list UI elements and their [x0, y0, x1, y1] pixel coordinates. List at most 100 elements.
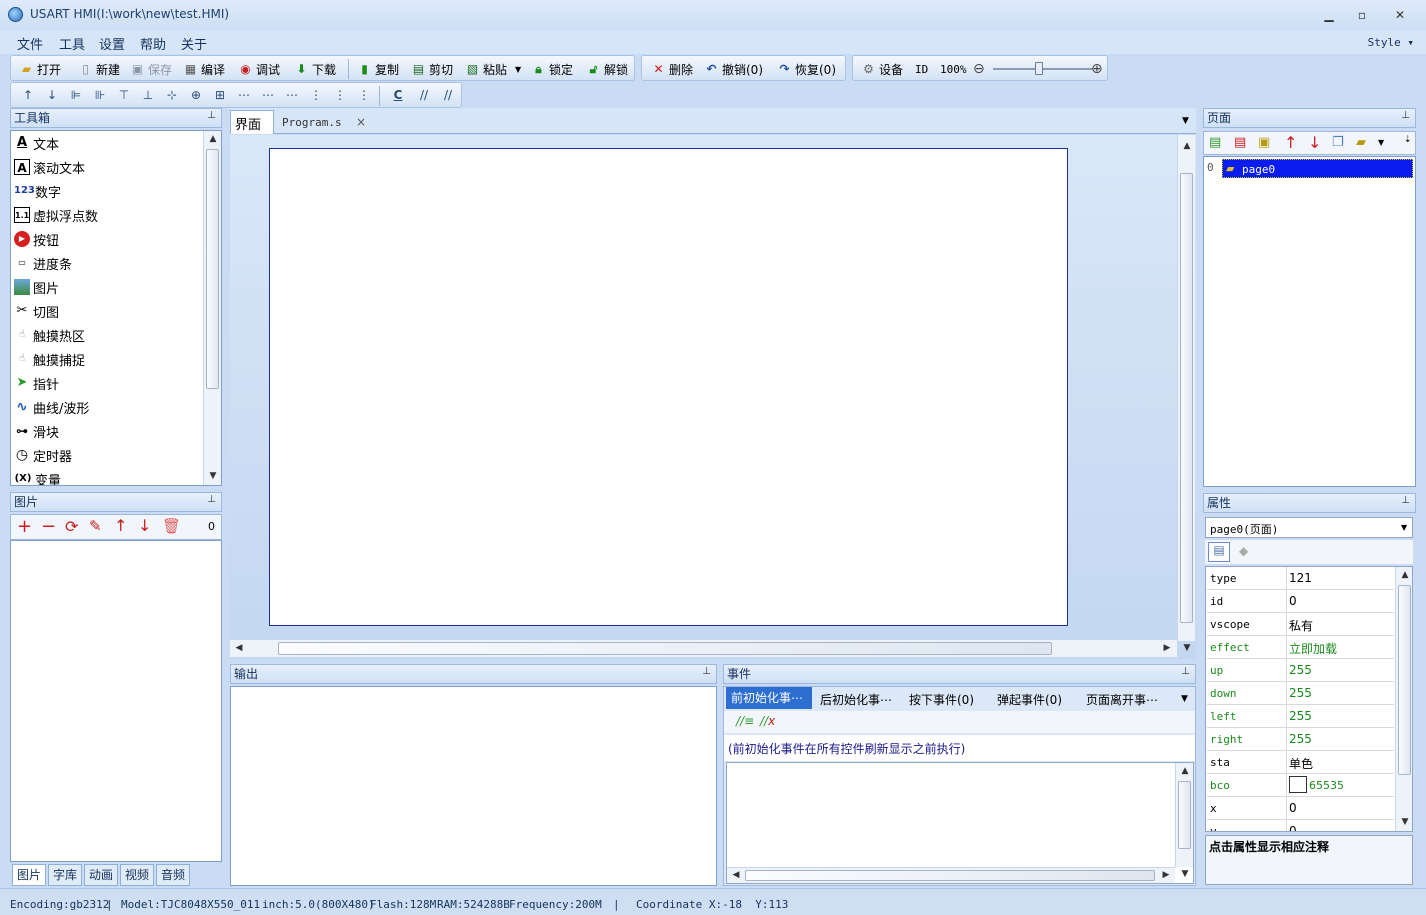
delete-button[interactable]: ✕ 删除 [651, 60, 693, 78]
undo-button[interactable]: ↶ 撤销(0) [704, 60, 763, 78]
move-down-icon[interactable]: ↓ [43, 86, 61, 104]
close-button[interactable]: ✕ [1385, 4, 1415, 26]
toolbox-scrollbar[interactable]: ▲ ▼ [203, 131, 221, 485]
chevron-down-icon[interactable]: ▼ [1401, 523, 1407, 532]
zoom-in-icon[interactable]: ⊕ [1091, 60, 1103, 78]
pages-dropdown-icon[interactable]: ▼ [1378, 138, 1384, 147]
center-horizontal-icon[interactable]: ⊹ [163, 86, 181, 104]
replace-icon[interactable]: ⟳ [65, 517, 78, 536]
maximize-button[interactable]: ▫ [1347, 4, 1377, 26]
scroll-right-icon[interactable]: ▶ [1159, 870, 1173, 880]
uncomment-icon[interactable]: //x [760, 714, 775, 728]
property-pages-icon[interactable]: ▤ [1208, 542, 1230, 562]
tool-touch-capture[interactable]: ☝ 触摸捕捉 [14, 347, 85, 371]
tab-program[interactable]: Program.s [282, 116, 342, 129]
c-format-icon[interactable]: C [389, 86, 407, 104]
property-value[interactable]: 0 [1289, 801, 1297, 815]
align-bottom-icon[interactable]: ⊥ [139, 86, 157, 104]
property-row-up[interactable]: up 255 [1207, 659, 1394, 682]
tab-audio[interactable]: 音频 [156, 864, 190, 886]
scroll-up-icon[interactable]: ▲ [206, 134, 220, 144]
property-value[interactable]: 单色 [1289, 755, 1313, 772]
tool-pointer[interactable]: ➤ 指针 [14, 371, 59, 395]
scroll-thumb[interactable] [1180, 173, 1193, 623]
pin-icon[interactable]: ⊥ [1181, 666, 1190, 677]
tool-waveform[interactable]: ∿ 曲线/波形 [14, 395, 89, 419]
copy-button[interactable]: ▮ 复制 [357, 60, 399, 78]
property-value[interactable]: 0 [1289, 824, 1297, 831]
device-button[interactable]: ⚙ 设备 [861, 60, 903, 78]
edit-icon[interactable]: ✎ [89, 517, 102, 535]
menu-settings[interactable]: 设置 [99, 34, 125, 53]
cut-button[interactable]: ▤ 剪切 [411, 60, 453, 78]
property-row-bco[interactable]: bco 65535 [1207, 774, 1394, 797]
output-log[interactable] [230, 686, 717, 886]
property-row-right[interactable]: right 255 [1207, 728, 1394, 751]
pin-icon[interactable]: ⊥ [1401, 110, 1410, 121]
tool-float[interactable]: 1.1 虚拟浮点数 [14, 203, 98, 227]
scroll-right-icon[interactable]: ▶ [1160, 643, 1174, 653]
center-vertical-icon[interactable]: ⊕ [187, 86, 205, 104]
pin-icon[interactable]: ⊥ [702, 666, 711, 677]
same-size-icon[interactable]: ⊞ [211, 86, 229, 104]
pin-icon[interactable]: ⊥ [207, 110, 216, 121]
open-button[interactable]: ▰ 打开 [19, 60, 61, 78]
page-down-icon[interactable]: ↓ [1308, 133, 1321, 152]
page-item-page0[interactable]: ▰ page0 [1222, 159, 1413, 178]
scroll-down-icon[interactable]: ▼ [206, 471, 220, 481]
tab-close-icon[interactable]: × [356, 115, 366, 129]
scroll-down-icon[interactable]: ▼ [1178, 869, 1192, 879]
page-canvas[interactable] [269, 148, 1068, 626]
tab-list-dropdown-icon[interactable]: ▼ [1182, 116, 1189, 126]
property-value[interactable]: 65535 [1289, 775, 1344, 793]
pin-icon[interactable]: ⊥ [1401, 495, 1410, 506]
distribute-h-icon[interactable]: ⋯ [235, 86, 253, 104]
property-row-type[interactable]: type 121 [1207, 567, 1394, 590]
property-value[interactable]: 255 [1289, 732, 1312, 746]
property-value[interactable]: 立即加载 [1289, 640, 1337, 657]
delete-page-icon[interactable]: ▤ [1234, 135, 1246, 150]
scroll-thumb[interactable] [1398, 585, 1411, 775]
pages-overflow-icon[interactable]: ⇣ [1404, 135, 1412, 145]
move-up-icon[interactable]: ↑ [114, 516, 127, 535]
tab-pre-init-event[interactable]: 前初始化事⋯ [726, 687, 812, 709]
property-row-vscope[interactable]: vscope 私有 [1207, 613, 1394, 636]
tool-progress[interactable]: ▭ 进度条 [14, 251, 72, 275]
scroll-down-icon[interactable]: ▼ [1180, 643, 1194, 653]
zoom-slider-thumb[interactable] [1035, 62, 1043, 75]
menu-file[interactable]: 文件 [17, 34, 43, 53]
tool-timer[interactable]: ◷ 定时器 [14, 443, 72, 467]
property-value[interactable]: 0 [1289, 594, 1297, 608]
menu-about[interactable]: 关于 [181, 34, 207, 53]
property-row-id[interactable]: id 0 [1207, 590, 1394, 613]
tab-post-init-event[interactable]: 后初始化事⋯ [820, 691, 892, 708]
redo-button[interactable]: ↷ 恢复(0) [777, 60, 836, 78]
distribute-v2-icon[interactable]: ⋮ [331, 86, 349, 104]
tool-number[interactable]: 123 数字 [14, 179, 61, 203]
unlock-button[interactable]: 🔓︎ 解锁 [586, 60, 628, 78]
import-page-icon[interactable]: ▰ [1356, 135, 1366, 150]
property-row-sta[interactable]: sta 单色 [1207, 751, 1394, 774]
save-button[interactable]: ▣ 保存 [130, 60, 172, 78]
insert-page-icon[interactable]: ▣ [1258, 135, 1270, 150]
color-swatch[interactable] [1289, 775, 1307, 793]
tab-images[interactable]: 图片 [12, 864, 46, 886]
property-row-y[interactable]: y0 [1207, 820, 1394, 831]
events-diamond-icon[interactable]: ◆ [1239, 544, 1248, 558]
tab-animation[interactable]: 动画 [84, 864, 118, 886]
add-icon[interactable]: + [17, 516, 32, 537]
tool-button[interactable]: ▶ 按钮 [14, 227, 59, 251]
tool-variable[interactable]: (X) 变量 [14, 467, 61, 485]
distribute-h2-icon[interactable]: ⋯ [259, 86, 277, 104]
tab-press-event[interactable]: 按下事件(0) [909, 691, 974, 708]
tool-picture[interactable]: 图片 [14, 275, 59, 299]
move-down-icon[interactable]: ↓ [138, 516, 151, 535]
tab-fonts[interactable]: 字库 [48, 864, 82, 886]
menu-help[interactable]: 帮助 [140, 34, 166, 53]
scroll-down-icon[interactable]: ▼ [1398, 817, 1412, 827]
scroll-thumb[interactable] [206, 149, 219, 389]
scroll-thumb[interactable] [278, 642, 1052, 655]
canvas-vscrollbar[interactable]: ▲ ▼ [1177, 135, 1195, 653]
menu-tools[interactable]: 工具 [59, 34, 85, 53]
scroll-thumb[interactable] [1178, 781, 1191, 849]
